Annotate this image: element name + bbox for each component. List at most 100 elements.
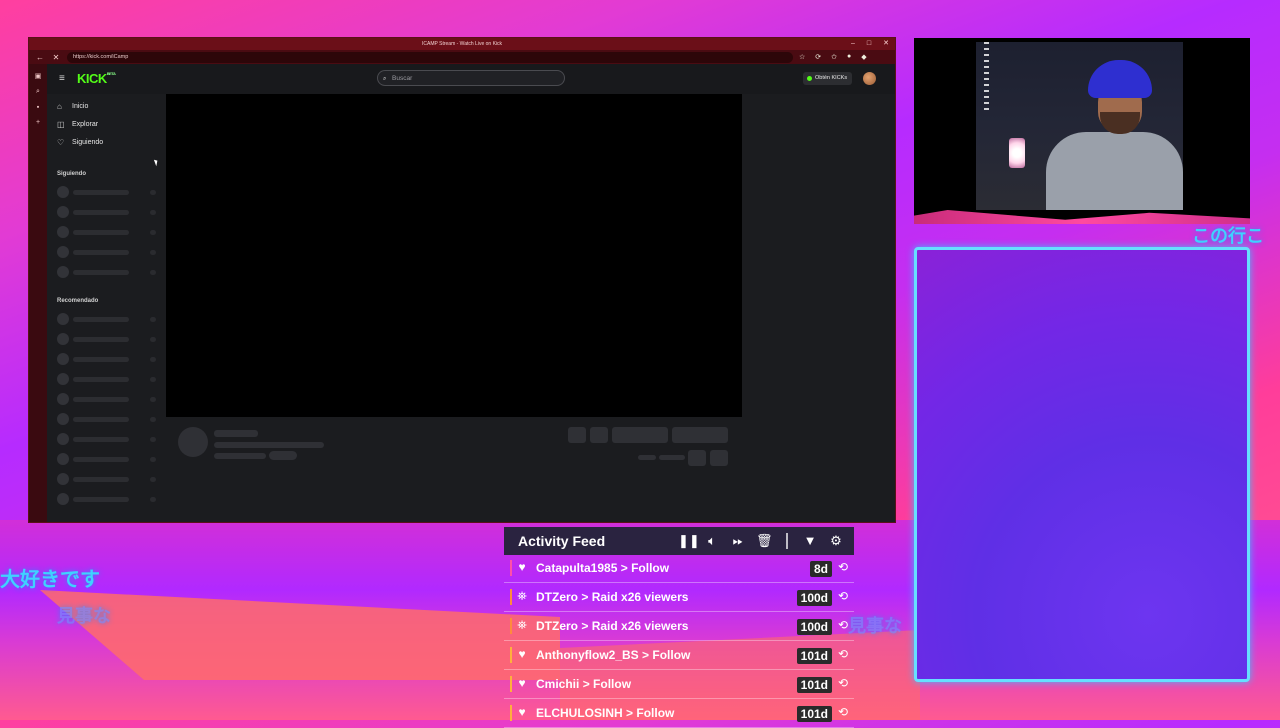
feed-item[interactable]: ⛯ DTZero > Raid x26 viewers 100d ⟲ — [504, 614, 854, 641]
close-window-button[interactable]: ✕ — [883, 38, 889, 50]
skeleton-button — [672, 427, 728, 443]
new-tab-icon[interactable]: + — [29, 119, 47, 126]
feed-item-accent — [510, 705, 512, 721]
gear-icon[interactable]: ⚙︎ — [828, 533, 844, 549]
streamer-hoodie — [1046, 132, 1183, 210]
feed-item-name: DTZero — [536, 619, 578, 633]
feed-item[interactable]: ♥ Cmichii > Follow 101d ⟲ — [504, 672, 854, 699]
pause-icon[interactable]: ❚❚ — [678, 533, 700, 549]
webcam-frame-edge — [914, 210, 1250, 224]
skeleton-channel — [57, 393, 157, 405]
activity-feed: Activity Feed ❚❚ 🔈︎ ⏩︎ 🗑︎ ▼ ⚙︎ ♥ Catapul… — [504, 527, 854, 728]
feed-item-accent — [510, 560, 512, 576]
streamer-beanie — [1088, 60, 1152, 98]
skeleton-line — [214, 453, 266, 459]
url-field[interactable]: https://kick.com/iCamp — [67, 51, 793, 63]
search-icon[interactable]: ⌕ — [29, 88, 47, 96]
back-icon[interactable]: ← — [35, 53, 45, 62]
kick-page: ≡ KICKBETA ⌕ Buscar Obtén KICKs ⌂ Inicio … — [47, 64, 895, 522]
search-input[interactable]: ⌕ Buscar — [377, 70, 565, 86]
feed-item-name: ELCHULOSINH — [536, 706, 623, 720]
overlay-japanese-text: この行こ — [1192, 226, 1264, 247]
feed-item-age: 100d — [796, 590, 832, 606]
stop-loading-icon[interactable]: ✕ — [51, 53, 61, 62]
feed-item[interactable]: ♥ Anthonyflow2_BS > Follow 101d ⟲ — [504, 643, 854, 670]
skeleton-channel — [57, 493, 157, 505]
hamburger-menu-icon[interactable]: ≡ — [59, 73, 65, 84]
replay-icon[interactable]: ⟲ — [838, 589, 848, 603]
refresh-icon[interactable]: ⟳ — [815, 53, 821, 61]
activity-feed-header: Activity Feed ❚❚ 🔈︎ ⏩︎ 🗑︎ ▼ ⚙︎ — [504, 527, 854, 555]
kicks-icon — [807, 76, 812, 81]
feed-item-age: 101d — [796, 677, 832, 693]
section-siguiendo: Siguiendo — [57, 171, 86, 177]
heart-icon: ♥ — [518, 705, 526, 719]
video-player[interactable] — [166, 94, 742, 417]
skeleton-line — [659, 455, 685, 460]
volume-icon[interactable]: 🔈︎ — [704, 533, 720, 549]
window-titlebar: ICAMP Stream - Watch Live on Kick – □ ✕ — [29, 38, 895, 50]
overlay-japanese-text: 見事な — [57, 606, 111, 627]
nav-item-explorar[interactable]: ◫ Explorar — [57, 120, 98, 129]
feed-item-action: Follow — [652, 648, 691, 662]
trash-icon[interactable]: 🗑︎ — [756, 533, 773, 549]
tabs-icon[interactable]: ▣ — [29, 72, 47, 80]
skip-icon[interactable]: ⏩︎ — [730, 533, 746, 549]
get-kicks-label: Obtén KICKs — [815, 75, 848, 81]
kick-tab-icon[interactable]: ▪ — [29, 104, 47, 111]
feed-item[interactable]: ♥ Catapulta1985 > Follow 8d ⟲ — [504, 556, 854, 583]
feed-item-arrow: > — [626, 706, 634, 720]
section-recomendado: Recomendado — [57, 298, 99, 304]
heart-icon: ♥ — [518, 560, 526, 574]
feed-item-action: Follow — [593, 677, 632, 691]
skeleton-button — [710, 450, 728, 466]
raid-icon: ⛯ — [517, 589, 527, 603]
user-avatar[interactable] — [863, 72, 876, 85]
streamer-beard — [1100, 112, 1140, 134]
feed-item-name: DTZero — [536, 590, 578, 604]
raid-icon: ⛯ — [517, 618, 527, 632]
home-icon: ⌂ — [57, 102, 62, 111]
replay-icon[interactable]: ⟲ — [838, 647, 848, 661]
heart-icon: ♡ — [57, 138, 65, 147]
skeleton-channel — [57, 373, 157, 385]
replay-icon[interactable]: ⟲ — [838, 705, 848, 719]
replay-icon[interactable]: ⟲ — [838, 560, 848, 574]
nav-item-inicio[interactable]: ⌂ Inicio — [57, 102, 88, 111]
favorites-icon[interactable]: ✩ — [831, 53, 837, 61]
skeleton-channel — [57, 266, 157, 278]
skeleton-channel — [57, 413, 157, 425]
feed-item-accent — [510, 618, 512, 634]
skeleton-channel — [57, 473, 157, 485]
extensions-icon[interactable]: ◆ — [861, 53, 866, 61]
feed-item-action: Raid x26 viewers — [591, 590, 689, 604]
skeleton-line — [214, 430, 258, 437]
get-kicks-button[interactable]: Obtén KICKs — [803, 72, 853, 85]
skeleton-channel — [57, 453, 157, 465]
filter-icon[interactable]: ▼ — [802, 533, 818, 549]
feed-item-action: Raid x26 viewers — [591, 619, 689, 633]
skeleton-channel — [57, 246, 157, 258]
feed-item-accent — [510, 589, 512, 605]
skeleton-channel — [57, 433, 157, 445]
webcam-video — [976, 42, 1183, 210]
feed-item-arrow: > — [620, 561, 628, 575]
skeleton-line — [638, 455, 656, 460]
replay-icon[interactable]: ⟲ — [838, 618, 848, 632]
feed-item[interactable]: ⛯ DTZero > Raid x26 viewers 100d ⟲ — [504, 585, 854, 612]
nav-item-siguiendo[interactable]: ♡ Siguiendo — [57, 138, 103, 147]
minimize-button[interactable]: – — [851, 38, 855, 50]
skeleton-button — [688, 450, 706, 466]
feed-item[interactable]: ♥ ELCHULOSINH > Follow 101d ⟲ — [504, 701, 854, 728]
profile-icon[interactable]: ● — [847, 53, 851, 61]
feed-item-arrow: > — [582, 677, 590, 691]
maximize-button[interactable]: □ — [867, 38, 871, 50]
activity-feed-title: Activity Feed — [518, 533, 606, 549]
kick-sidebar: ⌂ Inicio ◫ Explorar ♡ Siguiendo Siguiendo R… — [47, 94, 165, 522]
feed-item-arrow: > — [581, 619, 589, 633]
browser-window: ICAMP Stream - Watch Live on Kick – □ ✕ … — [28, 37, 896, 523]
bookmark-star-icon[interactable]: ☆ — [799, 53, 805, 61]
replay-icon[interactable]: ⟲ — [838, 676, 848, 690]
skeleton-channel — [57, 313, 157, 325]
kick-logo[interactable]: KICKBETA — [77, 71, 116, 86]
